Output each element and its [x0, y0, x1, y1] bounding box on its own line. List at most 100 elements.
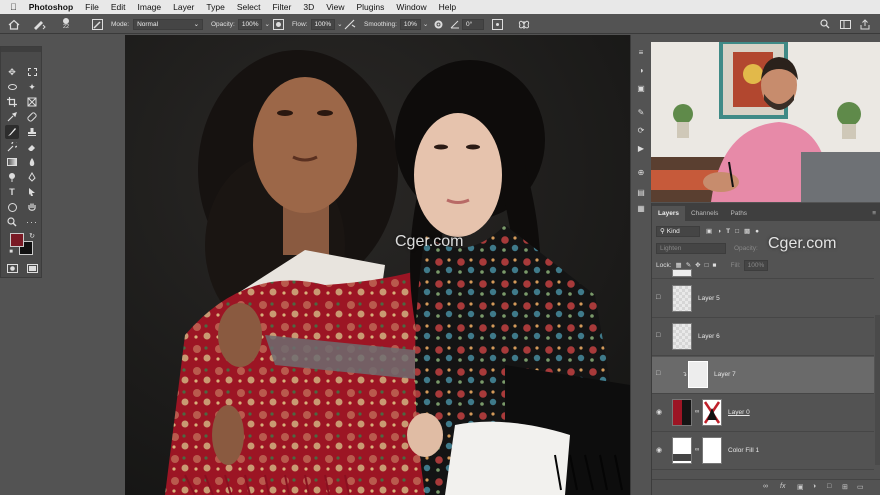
history-icon[interactable]: ⟳ [635, 125, 647, 137]
libraries-icon[interactable]: ▣ [635, 83, 647, 95]
layer-row-partial[interactable] [652, 269, 874, 279]
actions-play-icon[interactable]: ▶ [635, 143, 647, 155]
notes-icon[interactable]: ▦ [635, 203, 647, 215]
history-brush-tool-icon[interactable] [5, 140, 19, 154]
home-icon[interactable] [8, 14, 20, 34]
info-icon[interactable]: ▤ [635, 187, 647, 199]
lock-artboard-icon[interactable]: □ [705, 262, 709, 269]
menu-3d[interactable]: 3D [303, 2, 314, 12]
healing-brush-tool-icon[interactable] [25, 110, 39, 124]
adjustments-icon[interactable]: ◑ [635, 65, 647, 77]
tab-channels[interactable]: Channels [685, 206, 724, 221]
panel-menu-icon[interactable]: ≡ [868, 206, 880, 221]
menu-help[interactable]: Help [439, 2, 456, 12]
lock-transparent-icon[interactable]: ▦ [676, 261, 682, 269]
brush-angle-input[interactable]: 0° [462, 18, 484, 30]
layer-mask-thumbnail[interactable] [702, 437, 722, 464]
menu-type[interactable]: Type [206, 2, 224, 12]
mode-select[interactable]: Normal ⌄ [133, 18, 204, 30]
symmetry-butterfly-icon[interactable] [518, 14, 530, 34]
zoom-tool-icon[interactable] [5, 215, 19, 229]
quick-mask-icon[interactable] [5, 261, 19, 275]
hand-tool-icon[interactable] [25, 200, 39, 214]
chain-link-icon[interactable]: ∞ [695, 409, 699, 415]
eyedropper-tool-icon[interactable] [5, 110, 19, 124]
lock-position-icon[interactable]: ✥ [695, 261, 700, 269]
pressure-size-icon[interactable] [492, 14, 503, 34]
lasso-tool-icon[interactable] [5, 80, 19, 94]
eye-icon[interactable]: ◉ [656, 446, 666, 454]
lock-image-icon[interactable]: ✎ [686, 261, 691, 269]
marquee-tool-icon[interactable] [25, 65, 39, 79]
menu-window[interactable]: Window [396, 2, 426, 12]
clone-stamp-tool-icon[interactable] [25, 125, 39, 139]
layer-mask-thumbnail[interactable] [702, 399, 722, 426]
clone-source-icon[interactable]: ⊕ [635, 167, 647, 179]
layer-row-layer-0[interactable]: ◉ ∞ Layer 0 [652, 395, 874, 432]
menu-layer[interactable]: Layer [173, 2, 194, 12]
filter-shape-icon[interactable]: □ [735, 228, 739, 235]
workspace-icon[interactable] [840, 14, 851, 34]
add-mask-icon[interactable]: ▣ [797, 483, 804, 491]
frame-tool-icon[interactable] [25, 95, 39, 109]
brush-size-picker[interactable]: 22 [63, 14, 69, 34]
menu-image[interactable]: Image [138, 2, 162, 12]
adjustment-layer-icon[interactable]: ◑ [812, 483, 816, 490]
ellipse-tool-icon[interactable] [5, 200, 19, 214]
filter-toggle-icon[interactable]: ● [755, 228, 759, 235]
layers-scrollbar[interactable] [875, 315, 880, 465]
flow-input[interactable]: 100% [310, 18, 336, 30]
document-canvas[interactable]: Cger.com [125, 35, 630, 495]
brushes-icon[interactable]: ✎ [635, 107, 647, 119]
trash-icon[interactable]: ▭ [857, 483, 864, 491]
eye-icon[interactable]: ◉ [656, 408, 666, 416]
blend-mode-select[interactable]: Lighten [656, 242, 726, 254]
opacity-dropdown-icon[interactable]: ⌄ [264, 20, 269, 28]
crop-tool-icon[interactable] [5, 95, 19, 109]
visibility-toggle[interactable]: □ [656, 332, 666, 339]
menu-file[interactable]: File [85, 2, 99, 12]
dodge-tool-icon[interactable] [5, 170, 19, 184]
menu-edit[interactable]: Edit [111, 2, 126, 12]
gear-icon[interactable] [433, 14, 444, 34]
layer-row-layer-5[interactable]: □ Layer 5 [652, 281, 874, 318]
opacity-input[interactable]: 100% [237, 18, 263, 30]
tools-panel-header[interactable] [1, 47, 41, 52]
pen-tool-icon[interactable] [25, 170, 39, 184]
airbrush-icon[interactable] [344, 14, 356, 34]
new-layer-icon[interactable]: ⊞ [842, 483, 848, 491]
brush-tool-icon[interactable] [5, 125, 19, 139]
magic-wand-tool-icon[interactable]: ✦ [25, 80, 39, 94]
foreground-color-swatch[interactable] [10, 233, 24, 247]
apple-menu-icon[interactable]:  [10, 2, 17, 12]
brush-tool-preset-icon[interactable] [32, 14, 46, 34]
filter-type-icon[interactable]: T [726, 228, 730, 235]
filter-pixel-icon[interactable]: ▣ [706, 227, 712, 235]
flow-dropdown-icon[interactable]: ⌄ [337, 20, 342, 28]
visibility-toggle[interactable]: □ [656, 294, 666, 301]
smoothing-input[interactable]: 10% [399, 18, 421, 30]
search-icon[interactable] [820, 14, 830, 34]
link-layers-icon[interactable]: ∞ [763, 483, 768, 490]
layer-row-color-fill-1[interactable]: ◉ ∞ Color Fill 1 [652, 433, 874, 470]
screen-mode-icon[interactable] [25, 261, 39, 275]
filter-smart-object-icon[interactable]: ▩ [744, 227, 750, 235]
menu-plugins[interactable]: Plugins [357, 2, 385, 12]
menu-filter[interactable]: Filter [272, 2, 291, 12]
swap-colors-icon[interactable]: ↻ [25, 229, 39, 243]
filter-kind-select[interactable]: ⚲ Kind [656, 225, 700, 237]
layer-row-layer-6[interactable]: □ Layer 6 [652, 319, 874, 356]
chain-link-icon[interactable]: ∞ [695, 447, 699, 453]
layer-row-layer-7[interactable]: □ ↴ Layer 7 [652, 357, 874, 394]
properties-icon[interactable]: ≡ [635, 47, 647, 59]
gradient-tool-icon[interactable] [5, 155, 19, 169]
brush-settings-icon[interactable] [92, 14, 103, 34]
path-selection-tool-icon[interactable] [25, 185, 39, 199]
menu-view[interactable]: View [326, 2, 344, 12]
tab-layers[interactable]: Layers [652, 206, 685, 221]
more-tools-icon[interactable]: ··· [25, 215, 39, 229]
default-colors-icon[interactable]: ■ [4, 245, 18, 259]
share-icon[interactable] [860, 14, 870, 34]
new-group-icon[interactable]: □ [827, 483, 831, 490]
eraser-tool-icon[interactable] [25, 140, 39, 154]
